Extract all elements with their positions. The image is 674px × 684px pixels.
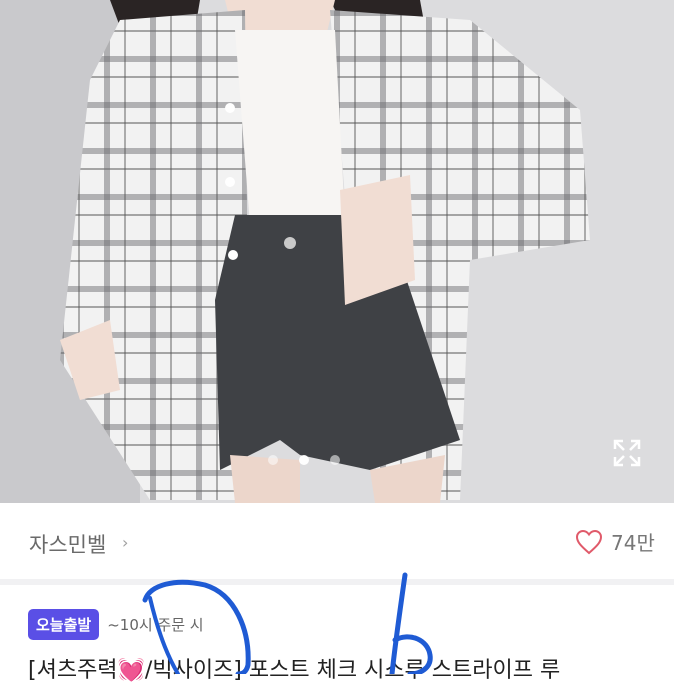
product-photo-illustration [0, 0, 674, 503]
like-button[interactable]: 74만 [575, 527, 655, 556]
section-divider [0, 579, 674, 585]
today-shipping-badge: 오늘출발 [28, 609, 100, 640]
carousel-dot-active[interactable] [299, 455, 309, 465]
heart-outline-icon [575, 529, 603, 554]
shop-name-link[interactable]: 자스민벨 [29, 529, 106, 559]
order-cutoff-note: ~10시 주문 시 [107, 616, 204, 634]
chevron-right-icon[interactable]: › [122, 533, 128, 552]
product-image[interactable] [0, 0, 674, 503]
carousel-dot[interactable] [268, 455, 278, 465]
expand-icon[interactable] [612, 438, 642, 468]
carousel-indicator [268, 455, 340, 465]
shop-info-row: 자스민벨 › 74만 [0, 503, 674, 579]
product-title: [셔츠주력💓/빅사이즈] 포스트 체크 시스루 스트라이프 루 [28, 658, 561, 683]
carousel-dot[interactable] [330, 455, 340, 465]
delivery-info: 오늘출발 ~10시 주문 시 [28, 609, 204, 640]
like-count: 74만 [611, 531, 655, 555]
